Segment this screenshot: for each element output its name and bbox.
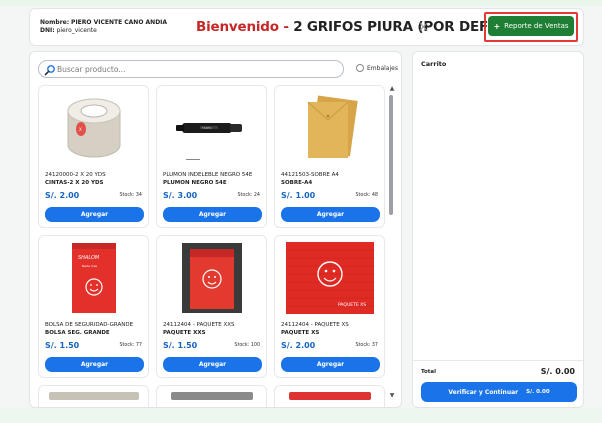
- product-code: 44121503-SOBRE A4: [281, 172, 339, 178]
- add-to-cart-button[interactable]: Agregar: [45, 357, 144, 372]
- search-input[interactable]: [57, 62, 337, 77]
- cart-title: Carrito: [421, 60, 447, 68]
- product-price: S/. 3.00: [163, 191, 198, 200]
- top-strip: [0, 0, 602, 6]
- product-card: 44121503-SOBRE A4 SOBRE-A4 S/. 1.00 Stoc…: [274, 85, 385, 228]
- product-stock: Stock: 100: [234, 343, 260, 348]
- product-name: PAQUETE XXS: [163, 330, 206, 336]
- product-code: 24112404 - PAQUETE XXS: [163, 322, 235, 328]
- cart-divider: [413, 360, 583, 361]
- product-stock: Stock: 24: [237, 193, 260, 198]
- product-price: S/. 1.50: [45, 341, 80, 350]
- cart-total-value: S/. 0.00: [540, 367, 575, 376]
- product-price: S/. 1.00: [281, 191, 316, 200]
- verify-continue-button[interactable]: Verificar y Continuar S/. 0.00: [421, 382, 577, 402]
- product-image-partial: [171, 392, 253, 400]
- embalajes-label: Embalajes: [367, 64, 398, 72]
- report-sales-button[interactable]: + Reporte de Ventas: [488, 16, 574, 36]
- product-card: 24112404 - PAQUETE XXS PAQUETE XXS S/. 1…: [156, 235, 267, 378]
- product-stock: Stock: 77: [119, 343, 142, 348]
- product-code: 24120000-2 X 20 YDS: [45, 172, 106, 178]
- app-root: Nombre: PIERO VICENTE CANO ANDIA DNI: pi…: [0, 0, 602, 423]
- product-image-partial: [49, 392, 139, 400]
- scroll-up-icon[interactable]: ▲: [388, 85, 396, 93]
- product-name: SOBRE-A4: [281, 180, 313, 186]
- product-code: PLUMON INDELEBLE NEGRO 54E: [163, 172, 253, 178]
- product-image-box-xs: PAQUETE XS: [275, 239, 384, 317]
- user-dni-row: DNI: piero_vicente: [40, 27, 167, 35]
- product-grid: X 24120000-2 X 20 YDS CINTAS-2 X 20 YDS …: [30, 85, 390, 407]
- user-name-label: Nombre:: [40, 19, 70, 26]
- verify-continue-label: Verificar y Continuar: [448, 388, 519, 396]
- search-icon: [44, 65, 55, 76]
- page-title: Bienvenido - 2 GRIFOS PIURA (POR DEFINIR…: [196, 19, 525, 35]
- product-stock: Stock: 34: [119, 193, 142, 198]
- welcome-prefix: Bienvenido -: [196, 19, 289, 35]
- user-info: Nombre: PIERO VICENTE CANO ANDIA DNI: pi…: [40, 19, 167, 35]
- box-label-text: PAQUETE XS: [338, 302, 366, 308]
- add-to-cart-button[interactable]: Agregar: [163, 357, 262, 372]
- product-code: BOLSA DE SEGURIDAD-GRANDE: [45, 322, 134, 328]
- product-scrollbar[interactable]: ▲ ▼: [388, 85, 396, 400]
- user-name: PIERO VICENTE CANO ANDIA: [71, 19, 168, 26]
- verify-continue-amount: S/. 0.00: [526, 389, 550, 395]
- user-dni: piero_vicente: [56, 27, 97, 34]
- product-name: BOLSA SEG. GRANDE: [45, 330, 110, 336]
- user-name-row: Nombre: PIERO VICENTE CANO ANDIA: [40, 19, 167, 27]
- report-sales-label: Reporte de Ventas: [504, 22, 569, 30]
- product-name: CINTAS-2 X 20 YDS: [45, 180, 104, 186]
- close-icon[interactable]: ×: [418, 21, 429, 34]
- product-image-partial: [289, 392, 371, 400]
- scrollbar-thumb[interactable]: [389, 95, 393, 215]
- search-bar: [38, 60, 344, 78]
- add-to-cart-button[interactable]: Agregar: [45, 207, 144, 222]
- plus-icon: +: [493, 21, 501, 31]
- header-bar: Nombre: PIERO VICENTE CANO ANDIA DNI: pi…: [29, 8, 584, 46]
- cart-panel: Carrito Total S/. 0.00 Verificar y Conti…: [412, 51, 584, 408]
- product-image-box-xxs: [157, 239, 266, 317]
- add-to-cart-button[interactable]: Agregar: [281, 207, 380, 222]
- product-stock: Stock: 37: [355, 343, 378, 348]
- product-stock: Stock: 48: [355, 193, 378, 198]
- product-name: PAQUETE XS: [281, 330, 320, 336]
- product-image-marker: FABER: [157, 89, 266, 167]
- scroll-down-icon[interactable]: ▼: [388, 392, 396, 400]
- product-image-envelope: [275, 89, 384, 167]
- product-price: S/. 2.00: [45, 191, 80, 200]
- product-name: PLUMON NEGRO 54E: [163, 180, 227, 186]
- product-price: S/. 1.50: [163, 341, 198, 350]
- product-card: SHALOM Nada mas BOLSA DE SEGURIDAD-GRAND…: [38, 235, 149, 378]
- product-image-tape: X: [39, 89, 148, 167]
- product-code: 24112404 - PAQUETE XS: [281, 322, 349, 328]
- bottom-strip: [0, 408, 602, 423]
- svg-text:X: X: [79, 127, 82, 132]
- product-card-partial: [156, 385, 267, 407]
- products-panel: Embalajes X 24120000-2 X 20 YDS: [29, 51, 402, 408]
- product-image-security-bag: SHALOM Nada mas: [39, 239, 148, 317]
- cart-total-label: Total: [421, 369, 437, 375]
- svg-text:Nada mas: Nada mas: [82, 264, 98, 268]
- user-dni-label: DNI:: [40, 27, 55, 34]
- svg-text:FABER: FABER: [202, 126, 212, 130]
- embalajes-option[interactable]: Embalajes: [356, 64, 398, 72]
- product-card-partial: [274, 385, 385, 407]
- add-to-cart-button[interactable]: Agregar: [163, 207, 262, 222]
- add-to-cart-button[interactable]: Agregar: [281, 357, 380, 372]
- product-card: X 24120000-2 X 20 YDS CINTAS-2 X 20 YDS …: [38, 85, 149, 228]
- product-card-partial: [38, 385, 149, 407]
- product-price: S/. 2.00: [281, 341, 316, 350]
- svg-text:SHALOM: SHALOM: [78, 255, 100, 261]
- product-card: PAQUETE XS 24112404 - PAQUETE XS PAQUETE…: [274, 235, 385, 378]
- embalajes-radio[interactable]: [356, 64, 364, 72]
- product-card: FABER PLUMON INDELEBLE NEGRO 54E PLUMON …: [156, 85, 267, 228]
